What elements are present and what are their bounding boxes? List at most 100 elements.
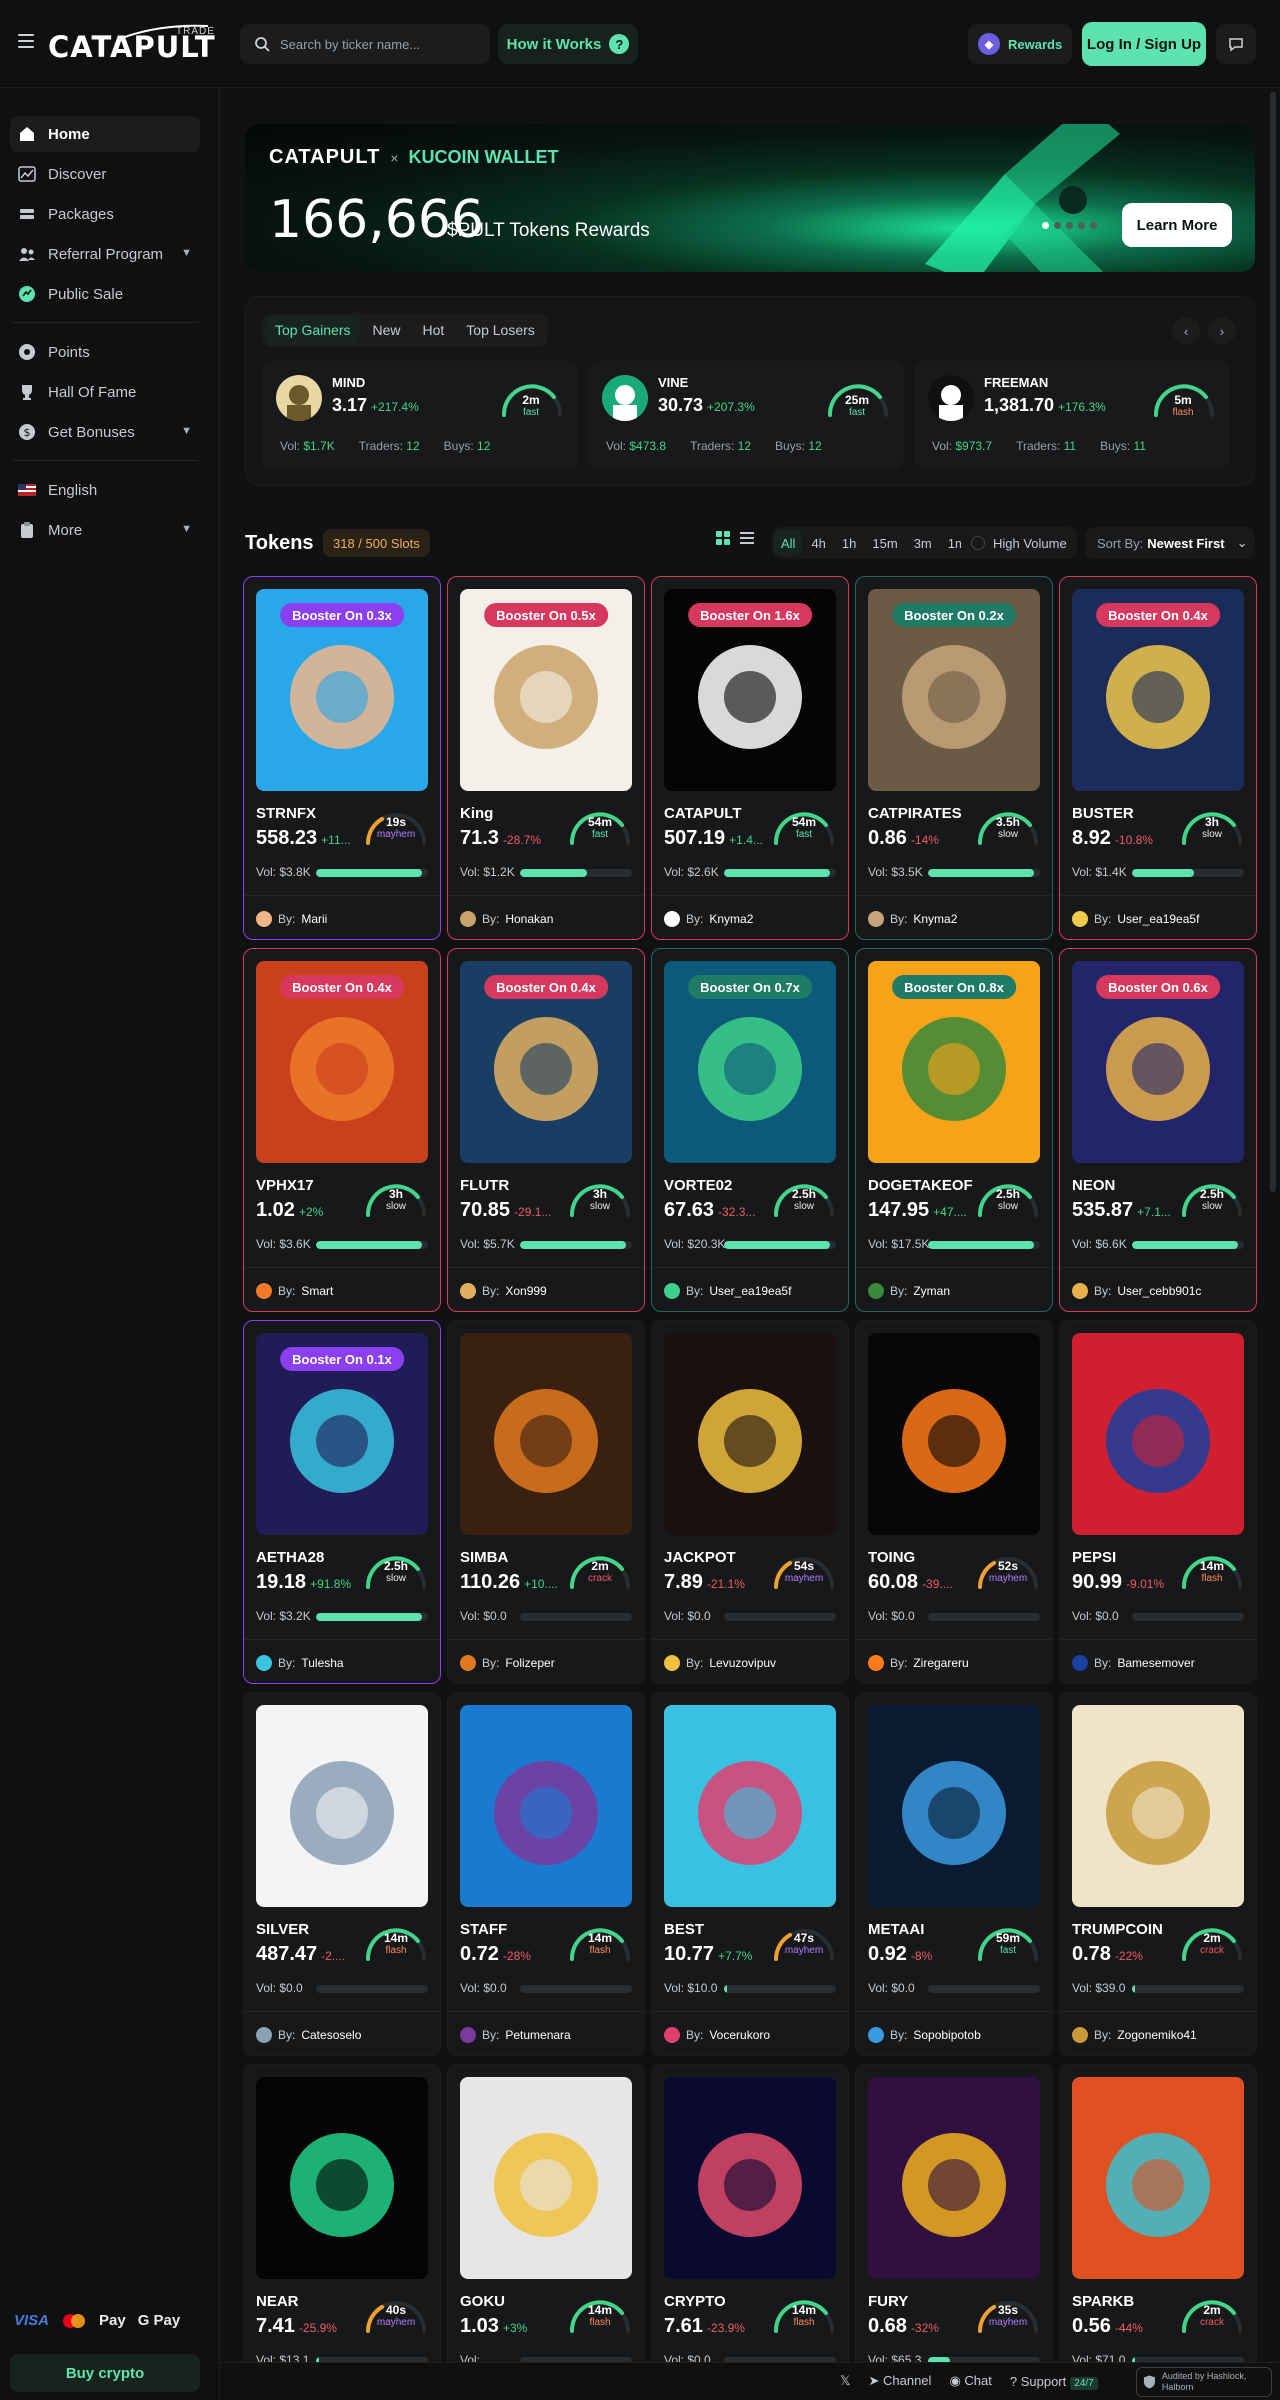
creator[interactable]: By: Bamesemover [1072,1655,1195,1671]
prev-arrow-icon[interactable]: ‹ [1172,317,1200,345]
search-input[interactable] [280,36,470,52]
audit-badge[interactable]: Audited by Hashlock, Halborn [1136,2367,1272,2397]
timeframe-15m[interactable]: 15m [865,530,904,556]
token-card[interactable]: PEPSI 90.99 -9.01% 14m flash Vol: $0.0 By… [1059,1320,1257,1684]
token-card[interactable]: BEST 10.77 +7.7% 47s mayhem Vol: $10.0 By… [651,1692,849,2056]
creator[interactable]: By: Levuzovipuv [664,1655,776,1671]
token-card[interactable]: TOING 60.08 -39.... 52s mayhem Vol: $0.0 … [855,1320,1053,1684]
stat-buys-label: Buys: [775,439,806,453]
gainer-card[interactable]: VINE 30.73 +207.3% 25m fast Vol: $473.8 T… [588,361,904,469]
sidebar-item-referral[interactable]: Referral Program ▼ [10,236,200,272]
creator[interactable]: By: Zogonemiko41 [1072,2027,1197,2043]
promo-banner[interactable]: CATAPULT × KUCOIN WALLET 166,666 $PULT T… [245,124,1255,272]
chat-link[interactable]: ◉ Chat [949,2373,991,2389]
creator[interactable]: By: Folizeper [460,1655,555,1671]
timeframe-1h[interactable]: 1h [835,530,863,556]
grid-view-icon[interactable] [715,530,731,546]
creator-avatar [664,911,680,927]
list-view-icon[interactable] [739,530,755,546]
creator[interactable]: By: Sopobipotob [868,2027,981,2043]
creator[interactable]: By: Knyma2 [664,911,753,927]
timeframe-4h[interactable]: 4h [804,530,832,556]
token-card[interactable]: Booster On 0.4x VPHX17 1.02 +2% 3h slow V… [243,948,441,1312]
how-it-works-button[interactable]: How it Works ? [498,24,638,64]
creator[interactable]: By: Xon999 [460,1283,547,1299]
channel-link[interactable]: ➤ Channel [868,2373,931,2389]
sidebar-item-packages[interactable]: Packages [10,196,200,232]
timeframe-all[interactable]: All [774,530,803,556]
scrollbar[interactable] [1270,92,1276,1192]
creator[interactable]: By: Vocerukoro [664,2027,770,2043]
gainer-card[interactable]: MIND 3.17 +217.4% 2m fast Vol: $1.7K Trad… [262,361,578,469]
tab-hot[interactable]: Hot [413,316,455,344]
creator[interactable]: By: User_ea19ea5f [1072,911,1199,927]
token-card[interactable]: Booster On 0.3x STRNFX 558.23 +11... 19s … [243,576,441,940]
logo[interactable]: CATAPULT TRADE [48,22,215,66]
sidebar-item-public-sale[interactable]: Public Sale [10,276,200,312]
creator-avatar [1072,2027,1088,2043]
token-card[interactable]: Booster On 0.7x VORTE02 67.63 -32.3... 2.… [651,948,849,1312]
token-card[interactable]: Booster On 1.6x CATAPULT 507.19 +1.4... 5… [651,576,849,940]
next-arrow-icon[interactable]: › [1208,317,1236,345]
timeframe-3m[interactable]: 3m [907,530,939,556]
tab-top-gainers[interactable]: Top Gainers [265,316,361,344]
creator[interactable]: By: Tulesha [256,1655,344,1671]
token-card[interactable]: Booster On 0.1x AETHA28 19.18 +91.8% 2.5h… [243,1320,441,1684]
support-link[interactable]: ? Support 24/7 [1010,2374,1098,2390]
sidebar-item-hall-of-fame[interactable]: Hall Of Fame [10,374,200,410]
creator[interactable]: By: Ziregareru [868,1655,969,1671]
token-image [664,2077,836,2279]
sidebar-item-home[interactable]: Home [10,116,200,152]
token-card[interactable]: Booster On 0.4x FLUTR 70.85 -29.1... 3h s… [447,948,645,1312]
gauge-time: 14m [383,1931,409,1945]
language-selector[interactable]: English [10,472,200,508]
token-card[interactable]: SIMBA 110.26 +10.... 2m crack Vol: $0.0 B… [447,1320,645,1684]
tab-top-losers[interactable]: Top Losers [456,316,544,344]
token-card[interactable]: TRUMPCOIN 0.78 -22% 2m crack Vol: $39.0 B… [1059,1692,1257,2056]
creator[interactable]: By: Petumenara [460,2027,571,2043]
price-value: 0.56 [1072,2315,1111,2337]
token-card[interactable]: STAFF 0.72 -28% 14m flash Vol: $0.0 By: Pe… [447,1692,645,2056]
carousel-dots[interactable] [1042,222,1097,229]
gainer-card[interactable]: FREEMAN 1,381.70 +176.3% 5m flash Vol: $9… [914,361,1230,469]
rewards-button[interactable]: ◆ Rewards [968,24,1072,64]
creator-avatar [460,1283,476,1299]
x-twitter-icon[interactable]: 𝕏 [840,2373,850,2389]
creator[interactable]: By: User_ea19ea5f [664,1283,791,1299]
learn-more-button[interactable]: Learn More [1122,203,1232,247]
token-card[interactable]: Booster On 0.6x NEON 535.87 +7.1... 2.5h … [1059,948,1257,1312]
sidebar-item-get-bonuses[interactable]: $ Get Bonuses ▼ [10,414,200,450]
tab-new[interactable]: New [362,316,410,344]
token-card[interactable]: GOKU 1.03 +3% 14m flash Vol: [447,2064,645,2400]
menu-icon[interactable] [18,34,34,48]
token-card[interactable]: Booster On 0.5x King 71.3 -28.7% 54m fast… [447,576,645,940]
creator[interactable]: By: User_cebb901c [1072,1283,1201,1299]
gauge-speed: fast [999,1945,1017,1956]
creator[interactable]: By: Marii [256,911,327,927]
token-card[interactable]: Booster On 0.4x BUSTER 8.92 -10.8% 3h slo… [1059,576,1257,940]
token-card[interactable]: SPARKB 0.56 -44% 2m crack Vol: $71.0 [1059,2064,1257,2400]
sidebar-item-more[interactable]: More ▼ [10,512,200,548]
sidebar-item-points[interactable]: Points [10,334,200,370]
token-card[interactable]: METAAI 0.92 -8% 59m fast Vol: $0.0 By: Sop… [855,1692,1053,2056]
token-card[interactable]: CRYPTO 7.61 -23.9% 14m flash Vol: $0.0 [651,2064,849,2400]
token-card[interactable]: SILVER 487.47 -2.... 14m flash Vol: $0.0 … [243,1692,441,2056]
buy-crypto-button[interactable]: Buy crypto [10,2354,200,2392]
token-card[interactable]: Booster On 0.8x DOGETAKEOF 147.95 +47....… [855,948,1053,1312]
chat-icon[interactable] [1216,24,1256,64]
token-card[interactable]: JACKPOT 7.89 -21.1% 54s mayhem Vol: $0.0 … [651,1320,849,1684]
sort-dropdown[interactable]: Sort By: Newest First ⌄ [1085,527,1255,559]
creator[interactable]: By: Catesoselo [256,2027,361,2043]
sidebar-item-discover[interactable]: Discover [10,156,200,192]
high-volume-toggle[interactable]: High Volume [961,527,1077,559]
token-card[interactable]: FURY 0.68 -32% 35s mayhem Vol: $65.3 [855,2064,1053,2400]
creator[interactable]: By: Honakan [460,911,553,927]
creator[interactable]: By: Knyma2 [868,911,957,927]
token-card[interactable]: NEAR 7.41 -25.9% 40s mayhem Vol: $13.1 [243,2064,441,2400]
login-signup-button[interactable]: Log In / Sign Up [1082,22,1206,66]
token-card[interactable]: Booster On 0.2x CATPIRATES 0.86 -14% 3.5h… [855,576,1053,940]
creator[interactable]: By: Smart [256,1283,333,1299]
creator[interactable]: By: Zyman [868,1283,950,1299]
vol-value: $0.0 [687,1609,711,1623]
search-bar[interactable] [240,24,490,64]
